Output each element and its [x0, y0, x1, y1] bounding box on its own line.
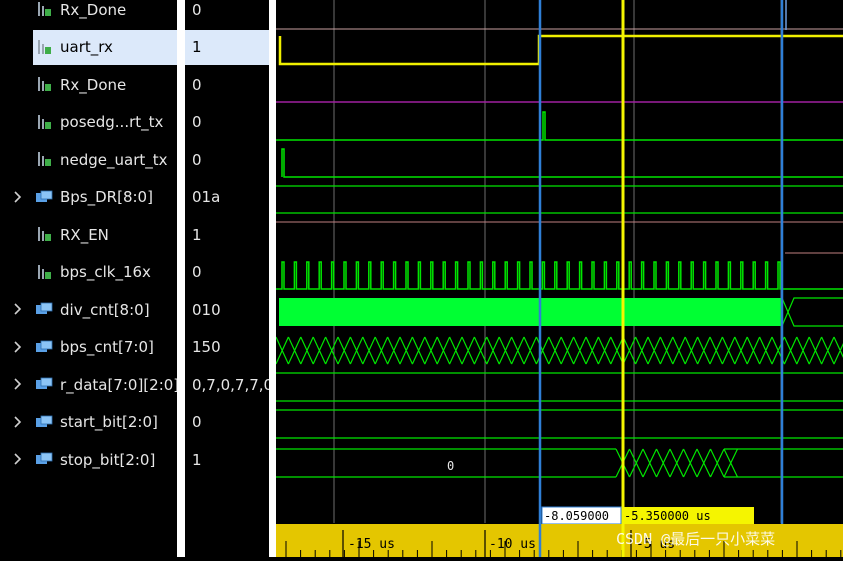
signal-bus-icon: [36, 415, 53, 427]
signal-name: posedg...rt_tx: [60, 113, 164, 131]
signal-value: 0: [192, 113, 202, 131]
signal-name: start_bit[2:0]: [60, 413, 158, 431]
waveform-trace: [279, 298, 782, 326]
waveform-trace: [281, 148, 843, 178]
watermark: CSDN @最后一只小菜菜: [616, 530, 775, 548]
signal-row[interactable]: div_cnt[8:0]: [0, 292, 177, 327]
signal-row[interactable]: uart_rx: [33, 29, 177, 65]
signal-value: 0: [192, 263, 202, 281]
signal-name: RX_EN: [60, 225, 109, 244]
signal-value: 1: [192, 38, 202, 56]
time-tick-label: -10 us: [489, 537, 536, 552]
signal-name: Rx_Done: [60, 75, 127, 94]
signal-value-panel: 0100001a100101500,7,0,7,7,0,7,001: [185, 0, 269, 557]
signal-value-row: 0: [185, 105, 269, 140]
signal-bus-icon: [36, 340, 53, 352]
signal-name: bps_cnt[7:0]: [60, 338, 154, 356]
signal-row[interactable]: r_data[7:0][2:0]: [0, 367, 180, 402]
waveform-trace: [787, 297, 843, 313]
waveform-trace: [787, 311, 843, 327]
signal-row[interactable]: Rx_Done: [0, 67, 177, 102]
signal-bus-icon: [36, 452, 53, 464]
signal-value-row: 150: [185, 330, 269, 365]
expand-chevron-icon[interactable]: [14, 190, 22, 203]
signal-name: stop_bit[2:0]: [60, 450, 156, 469]
signal-bit-icon: [38, 39, 51, 54]
signal-value: 1: [192, 225, 202, 244]
waveform-trace: [275, 336, 843, 365]
signal-name: Rx_Done: [60, 0, 127, 19]
signal-name: div_cnt[8:0]: [60, 300, 150, 319]
signal-row[interactable]: stop_bit[2:0]: [0, 442, 177, 477]
signal-value: 0: [192, 75, 202, 94]
panel-divider[interactable]: [177, 0, 185, 557]
signal-name: r_data[7:0][2:0]: [60, 375, 180, 394]
signal-row[interactable]: Rx_Done: [0, 0, 177, 27]
signal-value-row: 1: [185, 29, 269, 65]
panel-divider[interactable]: [269, 0, 276, 557]
expand-chevron-icon[interactable]: [14, 453, 22, 465]
signal-value-row: 0: [185, 67, 269, 102]
waveform-canvas[interactable]: 0-8.059000 -5.350000 us-15 us -10 us -5 usC…: [275, 0, 843, 557]
signal-value-row: 1: [185, 217, 269, 252]
signal-bit-icon: [38, 2, 51, 16]
cursor-delta-left: -8.059000: [544, 509, 609, 523]
signal-row[interactable]: bps_cnt[7:0]: [0, 330, 177, 365]
signal-name: bps_clk_16x: [60, 263, 151, 281]
signal-value: 010: [192, 300, 221, 319]
signal-value-row: 1: [185, 442, 269, 477]
signal-value-row: 0: [185, 0, 269, 27]
expand-chevron-icon[interactable]: [14, 303, 22, 315]
expand-chevron-icon[interactable]: [14, 378, 22, 390]
signal-name: uart_rx: [60, 38, 113, 56]
time-tick-label: -15 us: [348, 537, 395, 552]
signal-name-panel: Rx_Done uart_rx Rx_Done posedg...rt_txnedge…: [0, 0, 180, 557]
signal-bit-icon: [38, 77, 51, 91]
signal-row[interactable]: bps_clk_16x: [0, 255, 177, 290]
signal-value: 0: [192, 413, 202, 431]
signal-bus-icon: [36, 377, 53, 389]
signal-row[interactable]: RX_EN: [0, 217, 177, 252]
signal-bus-icon: [36, 190, 53, 202]
waveform-trace: [276, 111, 843, 141]
signal-value: 0,7,0,7,7,0,7,0: [192, 375, 269, 394]
waveform-panel[interactable]: 0 -8.059000 -5.350000 us -15 us -10 us -5 us C…: [275, 0, 843, 557]
signal-value: 1: [192, 450, 202, 469]
signal-name: Bps_DR[8:0]: [60, 188, 153, 206]
expand-chevron-icon[interactable]: [14, 340, 22, 353]
signal-value-row: 01a: [185, 180, 269, 215]
signal-row[interactable]: posedg...rt_tx: [0, 105, 177, 140]
signal-value: 150: [192, 338, 221, 356]
signal-value: 01a: [192, 188, 221, 206]
cursor-delta-right: -5.350000 us: [624, 509, 711, 523]
signal-value-row: 0: [185, 142, 269, 177]
signal-row[interactable]: start_bit[2:0]: [0, 405, 177, 440]
waveform-trace: [278, 34, 843, 66]
stop-bit-bus-value: 0: [447, 459, 454, 473]
signal-bit-icon: [38, 152, 51, 166]
signal-value-row: 0: [185, 255, 269, 290]
signal-row[interactable]: nedge_uart_tx: [0, 142, 177, 177]
signal-value: 0: [192, 0, 202, 19]
waveform-trace: [276, 261, 843, 290]
signal-value-row: 0,7,0,7,7,0,7,0: [185, 367, 269, 402]
signal-value-row: 010: [185, 292, 269, 327]
signal-bus-icon: [36, 302, 53, 314]
signal-name: nedge_uart_tx: [60, 150, 168, 169]
signal-bit-icon: [38, 114, 51, 129]
expand-chevron-icon[interactable]: [14, 415, 22, 428]
signal-row[interactable]: Bps_DR[8:0]: [0, 180, 177, 215]
signal-bit-icon: [38, 227, 51, 241]
signal-value: 0: [192, 150, 202, 169]
signal-bit-icon: [38, 264, 51, 279]
signal-value-row: 0: [185, 405, 269, 440]
